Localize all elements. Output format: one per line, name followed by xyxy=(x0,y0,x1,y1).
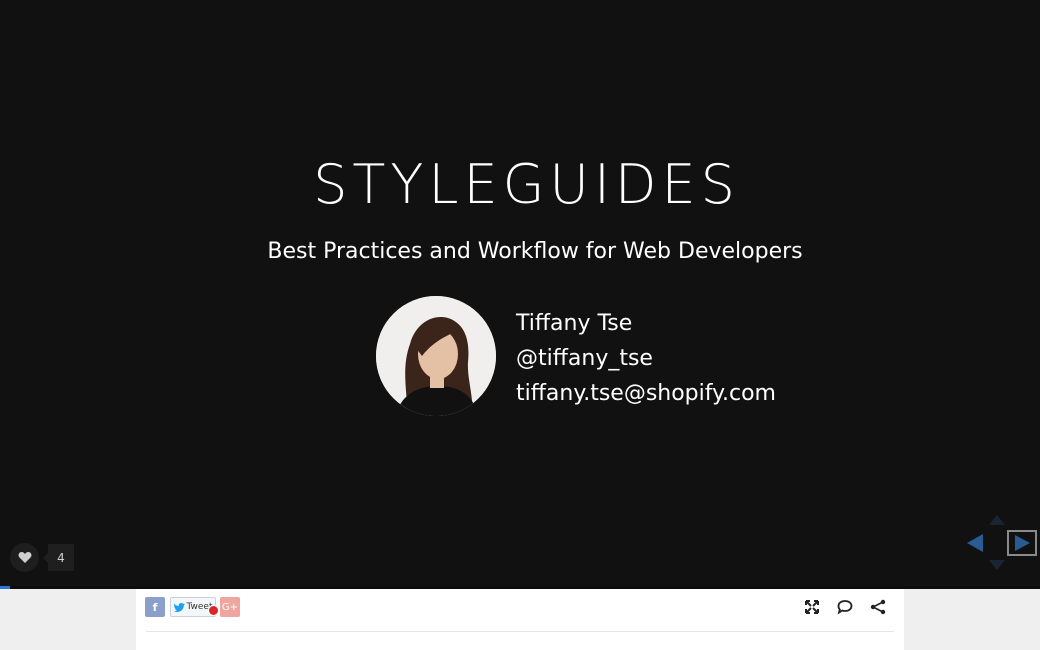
fullscreen-icon[interactable] xyxy=(803,598,821,616)
author-name: Tiffany Tse xyxy=(516,311,633,336)
like-button[interactable] xyxy=(10,543,39,572)
google-plus-share-button[interactable]: G+ xyxy=(220,597,240,617)
author-avatar xyxy=(376,296,496,416)
navigation-controls xyxy=(964,514,1040,574)
bottom-toolbar: f Tweet G+ xyxy=(136,589,904,650)
nav-up-icon[interactable] xyxy=(988,514,1006,526)
author-photo xyxy=(376,296,496,416)
author-info: Tiffany Tse @tiffany_tse tiffany.tse@sho… xyxy=(516,306,776,411)
twitter-bird-icon xyxy=(173,602,185,612)
cut-off-content xyxy=(146,640,894,650)
comment-icon[interactable] xyxy=(836,598,854,616)
author-email: tiffany.tse@shopify.com xyxy=(516,381,776,406)
slide-progress-fill xyxy=(0,586,11,589)
nav-right-icon[interactable] xyxy=(1007,530,1037,556)
author-handle: @tiffany_tse xyxy=(516,346,653,371)
slide: STYLEGUIDES Best Practices and Workflow … xyxy=(0,0,1040,588)
slide-title: STYLEGUIDES xyxy=(313,153,740,216)
facebook-share-button[interactable]: f xyxy=(145,597,165,617)
toolbar-divider xyxy=(146,631,894,632)
heart-icon xyxy=(18,552,31,563)
share-icon[interactable] xyxy=(869,598,887,616)
slide-subtitle: Best Practices and Workflow for Web Deve… xyxy=(267,239,803,264)
nav-left-icon[interactable] xyxy=(966,533,984,553)
like-count: 4 xyxy=(43,544,74,571)
nav-down-icon[interactable] xyxy=(988,559,1006,571)
tweet-badge-icon xyxy=(208,605,219,616)
